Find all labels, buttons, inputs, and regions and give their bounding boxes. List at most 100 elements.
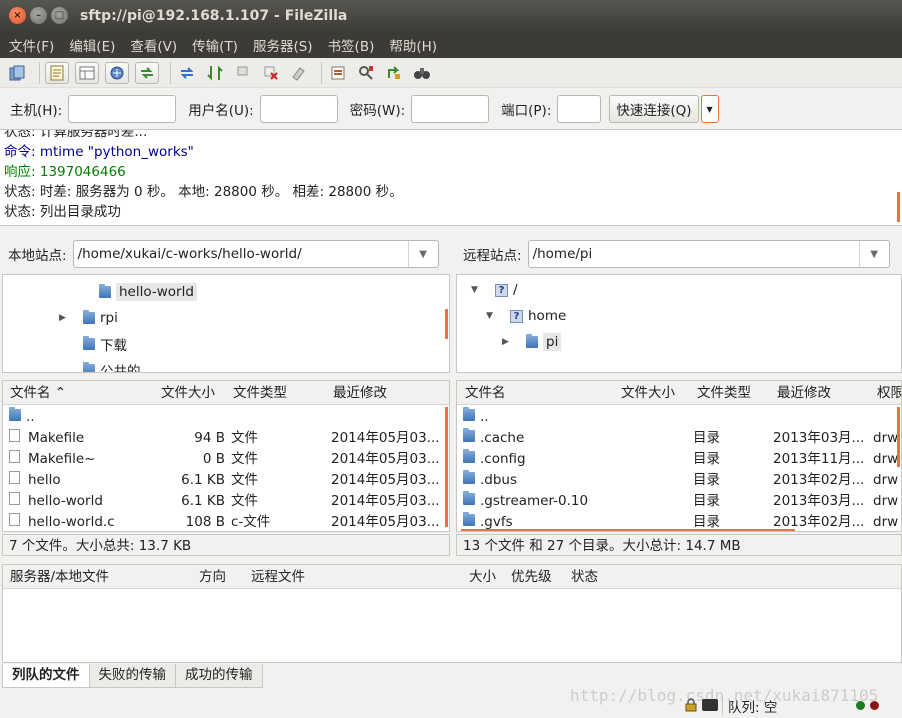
- local-status: 7 个文件。大小总共: 13.7 KB: [2, 534, 450, 556]
- password-input[interactable]: [411, 95, 490, 123]
- menu-file[interactable]: 文件(F): [9, 35, 54, 55]
- column-type[interactable]: 文件类型: [697, 381, 751, 405]
- chevron-down-icon[interactable]: ▼: [858, 241, 889, 267]
- column-size[interactable]: 文件大小: [161, 381, 215, 405]
- column-name[interactable]: 文件名 ⌃: [10, 381, 66, 405]
- file-modified: 2014年05月03...: [331, 514, 439, 530]
- remote-list-hscrollbar[interactable]: [461, 529, 795, 531]
- file-permissions: drw: [873, 451, 899, 467]
- file-row[interactable]: ..: [457, 407, 901, 428]
- expander-down-icon[interactable]: ▼: [471, 285, 495, 295]
- file-size: 6.1 KB: [181, 493, 225, 509]
- maximize-window-button[interactable]: □: [51, 7, 68, 24]
- search-icon[interactable]: [411, 62, 433, 84]
- minimize-window-button[interactable]: –: [30, 7, 47, 24]
- stop-icon[interactable]: [232, 62, 254, 84]
- site-manager-icon[interactable]: [6, 62, 28, 84]
- expander-down-icon[interactable]: ▼: [486, 311, 510, 321]
- remote-path-combo[interactable]: /home/pi ▼: [527, 240, 890, 268]
- column-type[interactable]: 文件类型: [233, 381, 287, 405]
- parent-folder-icon: [463, 407, 475, 421]
- directory-tree-icon[interactable]: [75, 61, 99, 84]
- reconnect-icon[interactable]: [288, 62, 310, 84]
- menu-transfer[interactable]: 传输(T): [192, 35, 238, 55]
- tree-item[interactable]: hello-world: [87, 281, 197, 303]
- tree-item[interactable]: ▶ pi: [502, 331, 562, 353]
- sync-browsing-icon[interactable]: [383, 62, 405, 84]
- menu-view[interactable]: 查看(V): [130, 35, 177, 55]
- host-label: 主机(H):: [10, 103, 63, 119]
- file-type: 文件: [231, 493, 258, 509]
- file-modified: 2014年05月03...: [331, 472, 439, 488]
- disconnect-icon[interactable]: [260, 62, 282, 84]
- tree-item[interactable]: 公共的: [71, 359, 141, 372]
- column-permissions[interactable]: 权限: [877, 381, 901, 405]
- file-row[interactable]: hello-world.c 108 B c-文件 2014年05月03...: [3, 512, 449, 531]
- file-permissions: drw: [873, 514, 899, 530]
- message-log-icon[interactable]: [45, 61, 69, 84]
- tree-item[interactable]: ▶ rpi: [59, 307, 118, 329]
- file-size: 108 B: [185, 514, 225, 530]
- remote-file-list[interactable]: 文件名 文件大小 文件类型 最近修改 权限 .. .cache 目录 2013年…: [456, 380, 902, 532]
- remote-tree-icon[interactable]: [105, 61, 129, 84]
- transfer-queue[interactable]: 服务器/本地文件 方向 远程文件 大小 优先级 状态: [2, 564, 902, 663]
- column-size[interactable]: 文件大小: [621, 381, 675, 405]
- column-modified[interactable]: 最近修改: [777, 381, 831, 405]
- file-row[interactable]: Makefile 94 B 文件 2014年05月03...: [3, 428, 449, 449]
- directory-listing-filter-icon[interactable]: [327, 62, 349, 84]
- file-name: .cache: [463, 428, 524, 449]
- column-server-local-file[interactable]: 服务器/本地文件: [10, 565, 109, 589]
- expander-right-icon[interactable]: ▶: [59, 313, 83, 323]
- remote-directory-tree[interactable]: ▼ ? / ▼ ? home ▶ pi: [456, 274, 902, 373]
- transfer-queue-icon[interactable]: [135, 61, 159, 84]
- refresh-icon[interactable]: [176, 62, 198, 84]
- menu-edit[interactable]: 编辑(E): [69, 35, 115, 55]
- tab-failed-transfers[interactable]: 失败的传输: [88, 664, 176, 688]
- column-modified[interactable]: 最近修改: [333, 381, 387, 405]
- file-row[interactable]: .config 目录 2013年11月... drw: [457, 449, 901, 470]
- log-line: 命令: mtime "python_works": [4, 144, 194, 160]
- file-row[interactable]: hello 6.1 KB 文件 2014年05月03...: [3, 470, 449, 491]
- menu-help[interactable]: 帮助(H): [389, 35, 437, 55]
- log-line: 响应: 1397046466: [4, 164, 126, 180]
- tree-item[interactable]: ▼ ? home: [486, 305, 566, 327]
- expander-right-icon[interactable]: ▶: [502, 337, 526, 347]
- chevron-down-icon[interactable]: ▼: [407, 241, 438, 267]
- menu-bookmarks[interactable]: 书签(B): [328, 35, 375, 55]
- local-list-scrollbar[interactable]: [445, 407, 448, 527]
- menu-server[interactable]: 服务器(S): [253, 35, 313, 55]
- status-bar: 队列: 空: [0, 694, 902, 718]
- window-title: sftp://pi@192.168.1.107 - FileZilla: [80, 7, 348, 24]
- column-status[interactable]: 状态: [571, 565, 598, 589]
- close-window-button[interactable]: ×: [9, 7, 26, 24]
- quickconnect-button[interactable]: 快速连接(Q): [609, 95, 699, 123]
- tree-item[interactable]: 下载: [71, 333, 127, 355]
- tab-successful-transfers[interactable]: 成功的传输: [175, 664, 263, 688]
- file-row[interactable]: ..: [3, 407, 449, 428]
- process-queue-icon[interactable]: [204, 62, 226, 84]
- directory-comparison-icon[interactable]: [355, 62, 377, 84]
- column-remote-file[interactable]: 远程文件: [251, 565, 305, 589]
- column-name[interactable]: 文件名: [465, 381, 506, 405]
- username-input[interactable]: [259, 95, 338, 123]
- file-row[interactable]: Makefile~ 0 B 文件 2014年05月03...: [3, 449, 449, 470]
- file-row[interactable]: .dbus 目录 2013年02月... drw: [457, 470, 901, 491]
- host-input[interactable]: [68, 95, 177, 123]
- message-log[interactable]: 状态: 计算服务器时差... 命令: mtime "python_works" …: [0, 129, 902, 226]
- local-file-list[interactable]: 文件名 ⌃ 文件大小 文件类型 最近修改 .. Makefile 94 B 文件…: [2, 380, 450, 532]
- column-direction[interactable]: 方向: [199, 565, 226, 589]
- column-size[interactable]: 大小: [469, 565, 496, 589]
- local-directory-tree[interactable]: hello-world ▶ rpi 下载 公共的: [2, 274, 450, 373]
- file-row[interactable]: hello-world 6.1 KB 文件 2014年05月03...: [3, 491, 449, 512]
- log-scrollbar[interactable]: [897, 192, 900, 222]
- tab-queued-files[interactable]: 列队的文件: [2, 664, 90, 688]
- column-priority[interactable]: 优先级: [511, 565, 552, 589]
- local-path-combo[interactable]: /home/xukai/c-works/hello-world/ ▼: [72, 240, 439, 268]
- remote-list-vscrollbar[interactable]: [897, 407, 900, 467]
- tree-item[interactable]: ▼ ? /: [471, 279, 518, 301]
- quickconnect-history-dropdown[interactable]: ▼: [700, 95, 719, 123]
- local-tree-scrollbar[interactable]: [445, 309, 448, 339]
- port-input[interactable]: [557, 95, 602, 123]
- file-row[interactable]: .gstreamer-0.10 目录 2013年03月... drw: [457, 491, 901, 512]
- file-row[interactable]: .cache 目录 2013年03月... drw: [457, 428, 901, 449]
